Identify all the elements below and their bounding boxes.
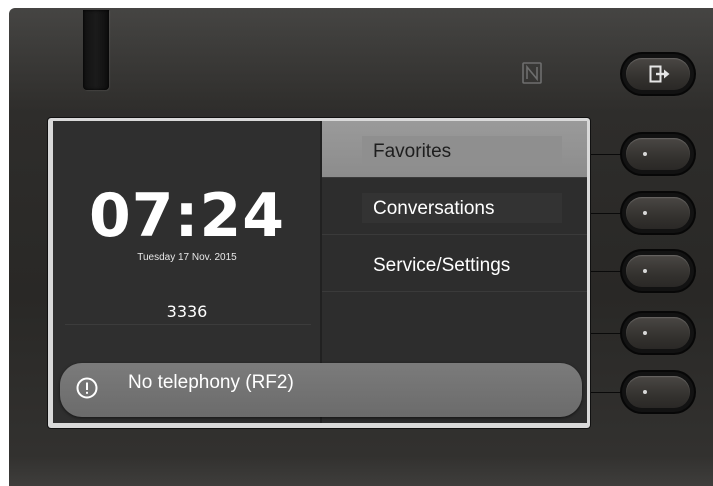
softkey-connector-1 — [586, 154, 626, 155]
phone-extension: 3336 — [166, 302, 208, 321]
menu-item-favorites[interactable]: Favorites — [322, 121, 587, 178]
exit-icon — [649, 65, 670, 83]
softkey-connector-2 — [586, 213, 626, 214]
housing-sheen — [9, 8, 713, 113]
dot-icon — [643, 331, 647, 335]
softkey-2[interactable] — [622, 193, 694, 233]
dot-icon — [643, 152, 647, 156]
softkey-connector-5 — [586, 392, 626, 393]
alert-circle-icon — [76, 377, 98, 399]
clock-time: 07:24 — [89, 181, 285, 251]
softkey-4-cap — [626, 317, 690, 349]
softkey-5[interactable] — [622, 372, 694, 412]
exit-key-cap — [626, 58, 690, 90]
softkey-4[interactable] — [622, 313, 694, 353]
handset-cradle — [83, 10, 109, 90]
extension-divider — [65, 324, 311, 325]
housing-bottom-band — [9, 456, 713, 486]
nfc-icon — [522, 62, 542, 84]
menu-item-conversations[interactable]: Conversations — [322, 178, 587, 235]
softkey-1[interactable] — [622, 134, 694, 174]
dot-icon — [643, 269, 647, 273]
softkey-connector-3 — [586, 271, 626, 272]
softkey-1-cap — [626, 138, 690, 170]
dot-icon — [643, 211, 647, 215]
exit-key[interactable] — [622, 54, 694, 94]
menu-item-label: Conversations — [373, 198, 495, 219]
dot-icon — [643, 390, 647, 394]
softkey-2-cap — [626, 197, 690, 229]
menu-item-service-settings[interactable]: Service/Settings — [322, 235, 587, 292]
softkey-3[interactable] — [622, 251, 694, 291]
clock-date: Tuesday 17 Nov. 2015 — [137, 252, 237, 263]
notification-text: No telephony (RF2) — [128, 372, 294, 393]
menu-item-label: Service/Settings — [373, 255, 511, 276]
softkey-5-cap — [626, 376, 690, 408]
menu-item-label: Favorites — [373, 141, 452, 162]
softkey-3-cap — [626, 255, 690, 287]
notification-banner[interactable]: No telephony (RF2) — [60, 363, 582, 417]
softkey-connector-4 — [586, 333, 626, 334]
